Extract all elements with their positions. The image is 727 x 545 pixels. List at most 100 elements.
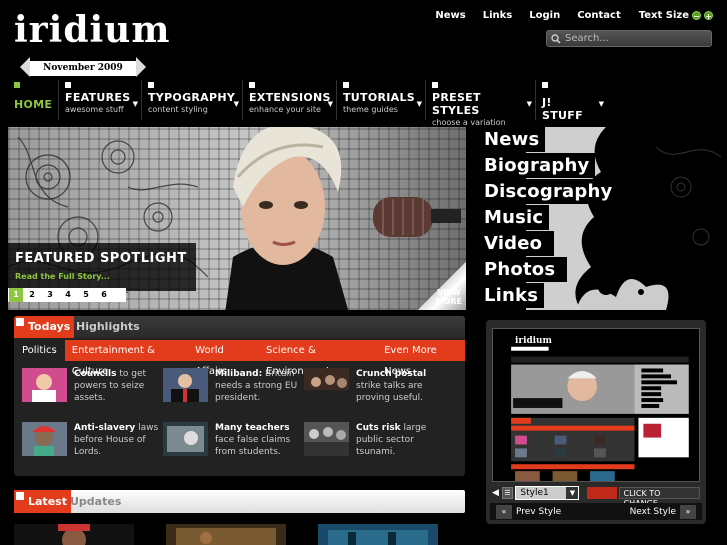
top-nav: News Links Login Contact Text Size − + [418,10,713,21]
slider-page-6[interactable]: 6 [95,288,113,302]
prev-style-button[interactable]: « Prev Style [492,504,562,519]
text-size-increase-button[interactable]: + [704,11,713,21]
news-item[interactable]: Miliband: Britain needs a strong EU pres… [163,368,303,408]
double-left-arrow-icon: « [496,504,512,519]
caret-left-icon[interactable]: ◀ [492,488,502,498]
side-menu-biography[interactable]: Biography [478,153,596,178]
nav-item-label: EXTENSIONS [249,91,331,104]
side-menu-music[interactable]: Music [478,205,550,230]
nav-item-typography[interactable]: TYPOGRAPHY content styling ▼ [141,80,242,120]
news-item[interactable]: Many teachers face false claims from stu… [163,422,303,462]
news-thumbnail [304,422,349,456]
logo-wordmark: iridium [14,9,171,51]
next-style-label: Next Style [629,506,676,517]
logo-date-ribbon: November 2009 [20,57,146,77]
nav-item-label: PRESET STYLES [432,91,481,117]
nav-marker-icon [432,82,438,88]
text-size-decrease-button[interactable]: − [692,11,701,21]
nav-item-features[interactable]: FEATURES awesome stuff ▼ [58,80,141,120]
news-headline: Anti-slavery [74,423,136,433]
view-more-label-line1: VIEW [437,288,461,297]
todays-highlights-panel: Todays Highlights Politics Entertainment… [14,316,465,476]
news-headline: Miliband: [215,369,263,379]
news-item[interactable]: Councils to get powers to seize assets. [22,368,162,408]
style-color-swatch [587,487,617,499]
news-headline: Many teachers [215,423,290,433]
tab-highlights[interactable]: Highlights [76,316,140,338]
chevron-down-icon: ▼ [132,100,138,108]
view-more-button[interactable]: VIEW MORE [436,288,462,306]
nav-item-extensions[interactable]: EXTENSIONS enhance your site ▼ [242,80,336,120]
slider-page-2[interactable]: 2 [23,288,41,302]
featured-artist-photo [225,127,349,310]
latest-update-thumbnail[interactable] [318,524,438,545]
side-menu-video[interactable]: Video [478,231,555,256]
style-navigation: « Prev Style Next Style » [490,503,702,520]
latest-update-thumbnail[interactable] [14,524,134,545]
search-icon [551,33,561,44]
tab-latest[interactable]: Latest [14,490,71,513]
prev-style-label: Prev Style [516,506,562,517]
style-select[interactable]: Style1 ▼ [515,486,580,500]
tab-entertainment-culture[interactable]: Entertainment & Culture [65,340,188,377]
nav-item-label: HOME [14,98,53,111]
tab-updates[interactable]: Updates [70,490,121,513]
nav-item-j-stuff[interactable]: J! STUFF ▼ [535,80,607,122]
slider-page-4[interactable]: 4 [59,288,77,302]
top-nav-news[interactable]: News [435,10,465,21]
top-nav-links[interactable]: Links [483,10,513,21]
chevron-down-icon: ▼ [416,100,422,108]
nav-item-label: TYPOGRAPHY [148,91,236,104]
chevron-down-icon: ▼ [526,100,532,108]
featured-spotlight-slider[interactable]: FEATURED SPOTLIGHT Read the Full Story..… [8,127,466,310]
tab-politics[interactable]: Politics [14,340,65,361]
chevron-down-icon: ▼ [233,100,239,108]
side-menu-discography[interactable]: Discography [478,179,625,204]
nav-item-label: FEATURES [65,91,131,104]
news-item[interactable]: Cuts risk large public sector tsunami. [304,422,444,462]
news-item[interactable]: Crunch postal strike talks are proving u… [304,368,444,408]
nav-item-label: TUTORIALS [343,91,415,104]
spotlight-title: FEATURED SPOTLIGHT [15,251,187,266]
tab-todays[interactable]: Todays [14,316,75,338]
side-menu-panel: News Biography Discography Music Video P… [466,127,727,310]
news-headline: Crunch postal [356,369,427,379]
tab-even-more-news[interactable]: Even More News [377,340,465,377]
tab-world-affairs[interactable]: World Affairs [188,340,259,377]
nav-marker-icon [65,82,71,88]
style-preview-image: iridium [492,328,700,482]
latest-update-thumbnail[interactable] [166,524,286,545]
nav-item-preset-styles[interactable]: PRESET STYLES choose a variation ▼ [425,80,535,127]
search-input[interactable] [565,33,705,44]
style-select-value: Style1 [520,488,549,498]
highlights-header: Todays Highlights [14,316,465,338]
slider-page-1[interactable]: 1 [9,288,23,302]
slider-page-3[interactable]: 3 [41,288,59,302]
news-item[interactable]: Anti-slavery laws before House of Lords. [22,422,162,462]
top-nav-login[interactable]: Login [529,10,560,21]
read-full-story-link[interactable]: Read the Full Story... [15,272,110,281]
site-logo[interactable]: iridium November 2009 [14,10,169,77]
side-menu-news[interactable]: News [478,127,546,152]
nav-item-home[interactable]: HOME [8,80,58,120]
spotlight-caption: FEATURED SPOTLIGHT Read the Full Story..… [8,243,196,291]
menu-icon[interactable]: ☰ [501,487,514,499]
slider-page-5[interactable]: 5 [77,288,95,302]
nav-item-tutorials[interactable]: TUTORIALS theme guides ▼ [336,80,425,120]
slider-pagination: 1 2 3 4 5 6 [8,288,126,302]
latest-updates-header: Latest Updates [14,490,465,513]
news-thumbnail [163,422,208,456]
news-thumbnail [163,368,208,402]
side-menu-links[interactable]: Links [478,283,545,308]
news-thumbnail [22,422,67,456]
nav-item-sublabel: theme guides [343,105,398,114]
click-to-change-button[interactable]: CLICK TO CHANGE [618,487,700,508]
side-menu-photos[interactable]: Photos [478,257,568,282]
main-nav: HOME FEATURES awesome stuff ▼ TYPOGRAPHY… [8,80,720,127]
tab-science-environment[interactable]: Science & Environment [259,340,377,377]
nav-marker-icon [148,82,154,88]
microphone-image [373,197,461,237]
top-nav-contact[interactable]: Contact [577,10,621,21]
next-style-button[interactable]: Next Style » [629,504,700,519]
category-tabs: Politics Entertainment & Culture World A… [14,340,465,377]
